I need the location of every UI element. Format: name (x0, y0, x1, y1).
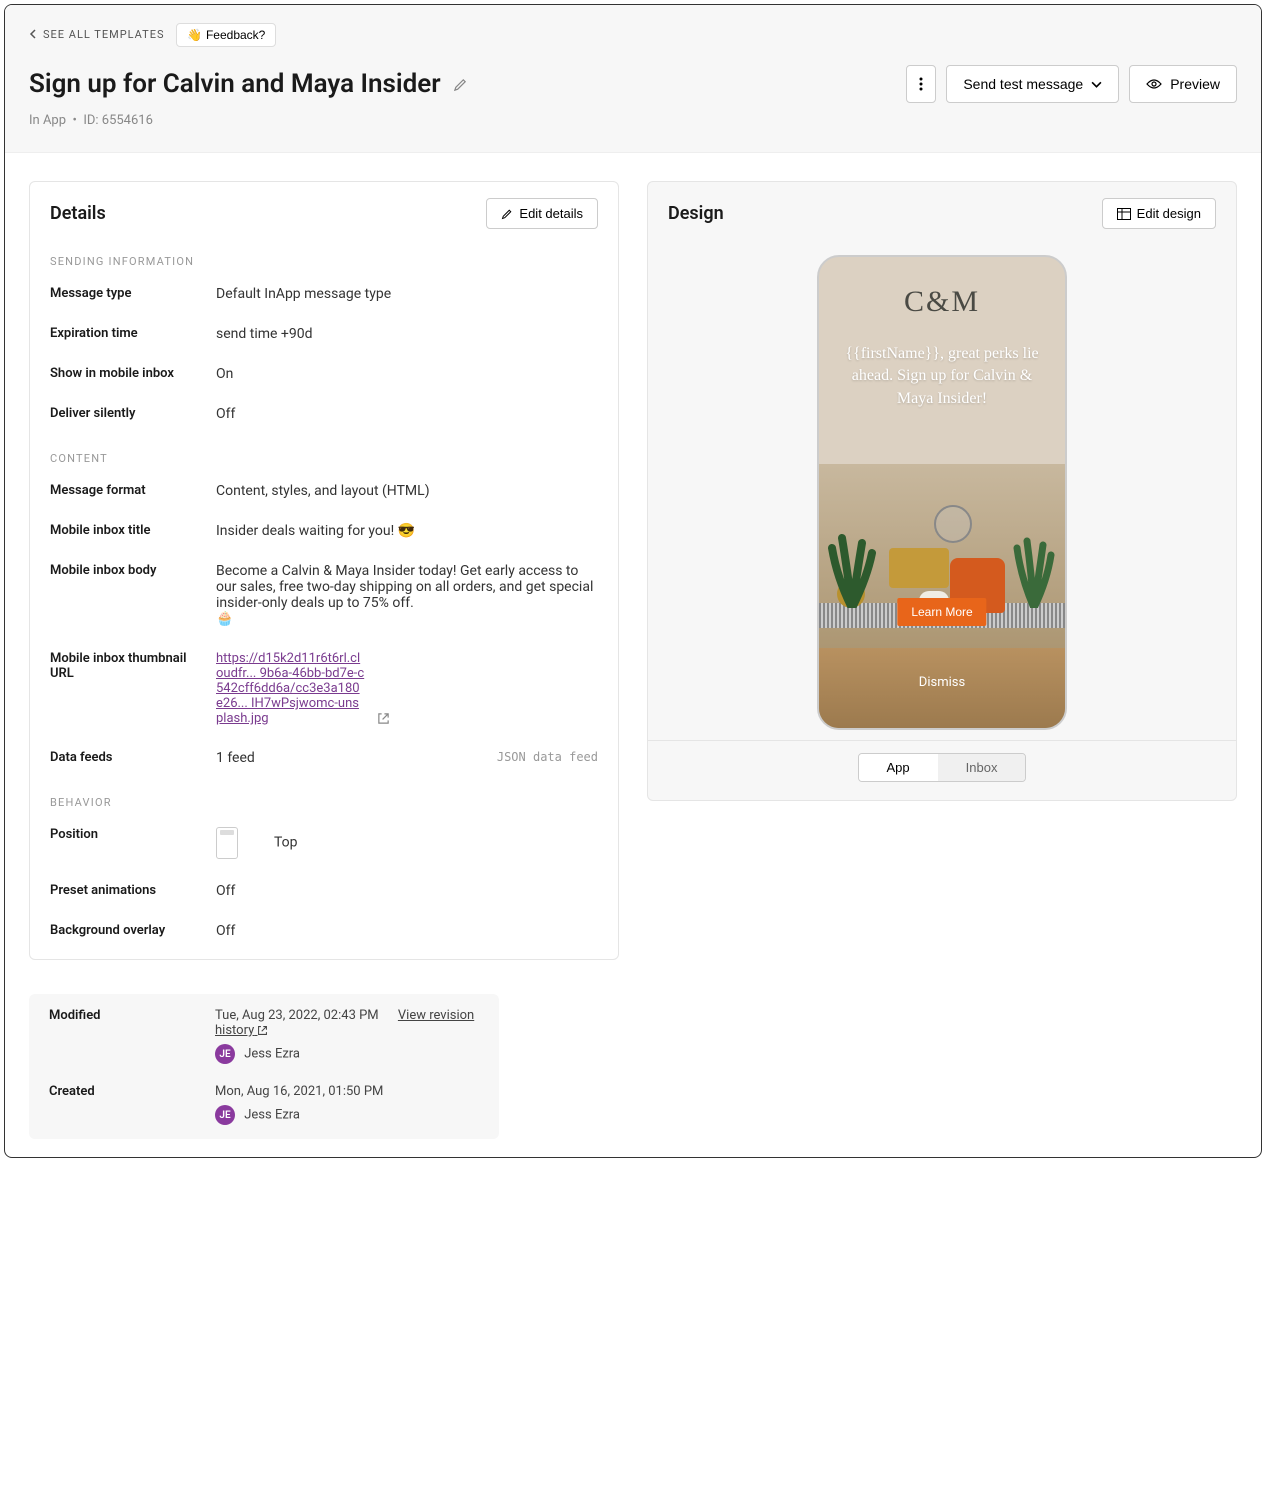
label-message-type: Message type (50, 286, 200, 302)
phone-dismiss-link[interactable]: Dismiss (919, 675, 965, 690)
design-tabs: App Inbox (858, 753, 1027, 782)
phone-logo: C&M (904, 285, 980, 319)
back-link[interactable]: SEE ALL TEMPLATES (29, 28, 165, 41)
details-card: Details Edit details SENDING INFORMATION… (29, 181, 619, 960)
value-message-format: Content, styles, and layout (HTML) (216, 483, 598, 499)
eye-icon (1146, 78, 1162, 90)
label-overlay: Background overlay (50, 923, 200, 939)
details-title: Details (50, 203, 106, 224)
label-thumbnail: Mobile inbox thumbnail URL (50, 651, 200, 726)
preview-label: Preview (1170, 76, 1220, 92)
label-message-format: Message format (50, 483, 200, 499)
design-card: Design Edit design (647, 181, 1237, 801)
chevron-down-icon (1091, 79, 1102, 90)
value-overlay: Off (216, 923, 598, 939)
value-position: Top (274, 835, 298, 851)
value-inbox-show: On (216, 366, 598, 382)
more-vertical-icon (919, 77, 923, 91)
external-link-button[interactable] (377, 710, 390, 726)
send-test-button[interactable]: Send test message (946, 65, 1119, 103)
label-inbox-show: Show in mobile inbox (50, 366, 200, 382)
pencil-icon (453, 77, 468, 92)
design-title: Design (668, 203, 724, 224)
edit-title-button[interactable] (453, 76, 468, 92)
label-expiration: Expiration time (50, 326, 200, 342)
feedback-label: Feedback? (206, 28, 265, 42)
label-inbox-body: Mobile inbox body (50, 563, 200, 627)
edit-design-label: Edit design (1137, 206, 1201, 221)
external-link-icon (377, 712, 390, 725)
value-inbox-title: Insider deals waiting for you! 😎 (216, 523, 598, 539)
pencil-icon (501, 208, 513, 220)
tab-inbox[interactable]: Inbox (938, 754, 1026, 781)
created-date: Mon, Aug 16, 2021, 01:50 PM (215, 1084, 383, 1099)
page-header: SEE ALL TEMPLATES 👋 Feedback? Sign up fo… (5, 5, 1261, 153)
external-link-icon (257, 1025, 268, 1036)
avatar: JE (215, 1105, 235, 1125)
edit-design-button[interactable]: Edit design (1102, 198, 1216, 229)
phone-headline: {{firstName}}, great perks lie ahead. Si… (819, 343, 1065, 410)
back-link-label: SEE ALL TEMPLATES (43, 28, 165, 41)
value-inbox-body: Become a Calvin & Maya Insider today! Ge… (216, 563, 598, 627)
header-meta: In App • ID: 6554616 (29, 113, 1237, 128)
send-test-label: Send test message (963, 76, 1083, 92)
label-created: Created (49, 1084, 199, 1099)
extra-data-feeds: JSON data feed (497, 750, 598, 766)
feedback-button[interactable]: 👋 Feedback? (176, 23, 276, 47)
meta-channel: In App (29, 113, 66, 128)
label-position: Position (50, 827, 200, 859)
label-deliver-silently: Deliver silently (50, 406, 200, 422)
edit-details-button[interactable]: Edit details (486, 198, 598, 229)
section-behavior: BEHAVIOR (30, 778, 618, 815)
position-top-icon (216, 827, 238, 859)
label-data-feeds: Data feeds (50, 750, 200, 766)
label-inbox-title: Mobile inbox title (50, 523, 200, 539)
history-card: Modified Tue, Aug 23, 2022, 02:43 PM Vie… (29, 994, 499, 1139)
more-menu-button[interactable] (906, 65, 936, 103)
wave-icon: 👋 (187, 28, 202, 42)
page-title: Sign up for Calvin and Maya Insider (29, 69, 441, 99)
value-message-type: Default InApp message type (216, 286, 598, 302)
modified-date: Tue, Aug 23, 2022, 02:43 PM (215, 1008, 379, 1023)
avatar: JE (215, 1044, 235, 1064)
section-content: CONTENT (30, 434, 618, 471)
tab-app[interactable]: App (859, 754, 938, 781)
meta-id: ID: 6554616 (83, 113, 153, 128)
label-modified: Modified (49, 1008, 199, 1023)
label-animations: Preset animations (50, 883, 200, 899)
phone-preview: C&M {{firstName}}, great perks lie ahead… (817, 255, 1067, 730)
preview-button[interactable]: Preview (1129, 65, 1237, 103)
chevron-left-icon (29, 29, 39, 39)
value-animations: Off (216, 883, 598, 899)
edit-details-label: Edit details (519, 206, 583, 221)
created-user: Jess Ezra (244, 1108, 300, 1123)
section-sending: SENDING INFORMATION (30, 237, 618, 274)
value-deliver-silently: Off (216, 406, 598, 422)
layout-icon (1117, 208, 1131, 220)
phone-cta-button[interactable]: Learn More (897, 598, 986, 626)
modified-user: Jess Ezra (244, 1047, 300, 1062)
value-data-feeds: 1 feed (216, 750, 481, 766)
thumbnail-link[interactable]: https://d15k2d11r6t6rl.cloudfr... 9b6a-4… (216, 651, 366, 726)
value-expiration: send time +90d (216, 326, 598, 342)
